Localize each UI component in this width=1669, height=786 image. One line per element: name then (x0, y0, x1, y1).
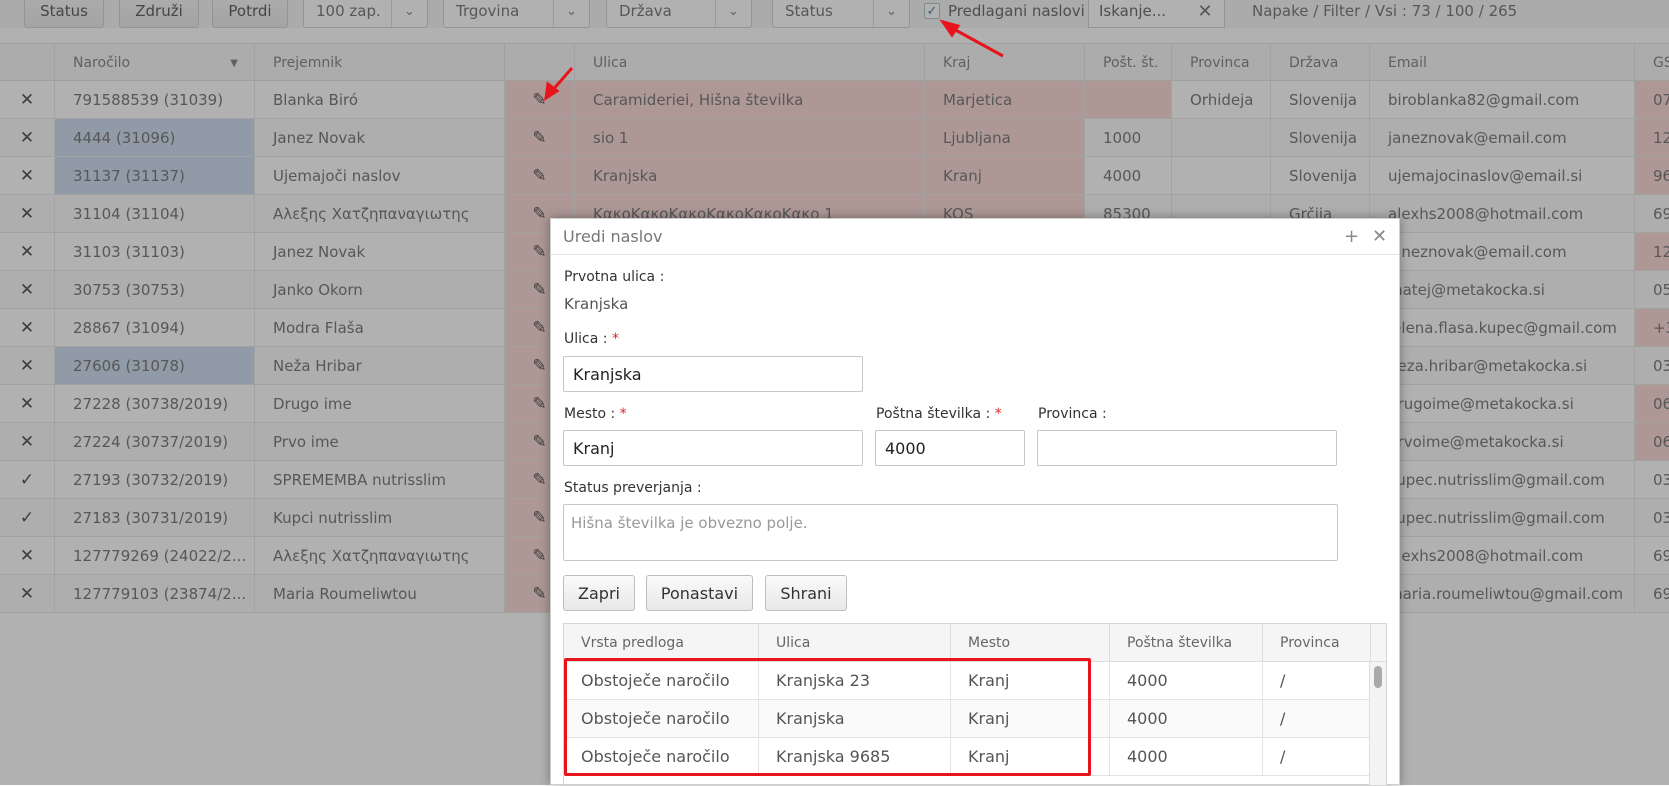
dialog-title: Uredi naslov (551, 219, 1399, 255)
zip-input[interactable]: 4000 (875, 430, 1025, 466)
suggest-zip-cell: 4000 (1110, 700, 1263, 737)
close-icon[interactable]: ✕ (1372, 226, 1387, 247)
original-street-value: Kranjska (564, 295, 629, 313)
suggest-header-street[interactable]: Ulica (759, 624, 951, 662)
suggest-zip-cell: 4000 (1110, 662, 1263, 699)
street-label: Ulica : * (564, 331, 619, 347)
street-input[interactable]: Kranjska (563, 356, 863, 392)
city-label: Mesto : * (564, 406, 627, 422)
save-button[interactable]: Shrani (765, 575, 847, 611)
province-input[interactable] (1037, 430, 1337, 466)
original-street-label: Prvotna ulica : (564, 269, 665, 285)
maximize-icon[interactable]: + (1344, 226, 1359, 247)
suggestions-scrollbar[interactable] (1369, 662, 1386, 785)
suggest-zip-cell: 4000 (1110, 738, 1263, 775)
close-button[interactable]: Zapri (563, 575, 635, 611)
highlight-annotation-box (564, 658, 1091, 776)
suggest-header-province[interactable]: Provinca (1263, 624, 1371, 662)
suggest-header-type[interactable]: Vrsta predloga (564, 624, 759, 662)
zip-label: Poštna številka : * (876, 406, 1002, 422)
province-label: Provinca : (1038, 406, 1107, 422)
validation-status-label: Status preverjanja : (564, 480, 702, 496)
suggest-header-zip[interactable]: Poštna številka (1110, 624, 1263, 662)
reset-button[interactable]: Ponastavi (646, 575, 753, 611)
validation-status-textarea[interactable]: Hišna številka je obvezno polje. (563, 504, 1338, 561)
suggest-header-city[interactable]: Mesto (951, 624, 1110, 662)
scrollbar-thumb[interactable] (1374, 666, 1382, 688)
suggest-province-cell: / (1263, 700, 1370, 737)
suggestions-header: Vrsta predloga Ulica Mesto Poštna števil… (564, 624, 1386, 662)
suggest-province-cell: / (1263, 738, 1370, 775)
city-input[interactable]: Kranj (563, 430, 863, 466)
suggest-province-cell: / (1263, 662, 1370, 699)
